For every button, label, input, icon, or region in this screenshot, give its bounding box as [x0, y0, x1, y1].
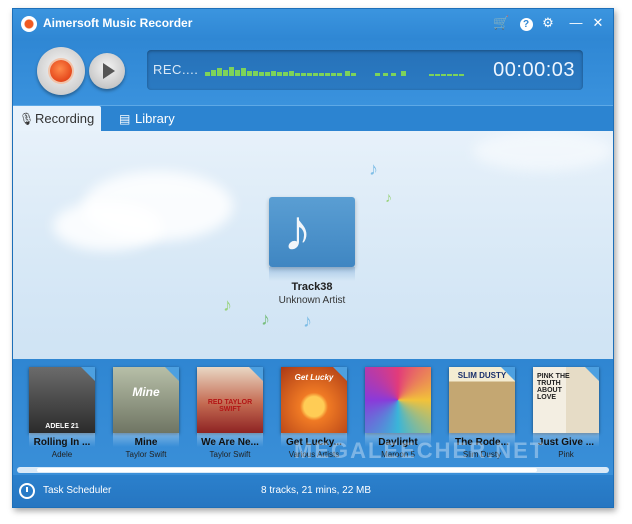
new-badge-icon	[81, 367, 95, 381]
album-cover: Mine	[113, 367, 179, 433]
track-artist: Taylor Swift	[125, 450, 167, 459]
music-note-icon: ♪	[261, 309, 270, 329]
track-artist: Taylor Swift	[209, 450, 251, 459]
tab-label: Recording	[35, 111, 95, 126]
status-bar: Task Scheduler 8 tracks, 21 mins, 22 MB	[13, 475, 613, 507]
track-title: We Are Ne...	[201, 437, 259, 448]
album-cover: RED TAYLOR SWIFT	[197, 367, 263, 433]
track-item[interactable]: ADELE 21 Rolling In ... Adele	[27, 367, 97, 465]
tab-recording[interactable]: 🎙 Recording	[13, 106, 101, 132]
recording-status: REC....	[153, 62, 199, 77]
track-title: Mine	[134, 437, 158, 448]
library-summary: 8 tracks, 21 mins, 22 MB	[261, 485, 372, 496]
album-cover: ADELE 21	[29, 367, 95, 433]
cloud-decoration	[473, 131, 613, 171]
current-track-title: Track38	[291, 281, 333, 293]
music-note-icon: ♪	[303, 311, 312, 331]
music-note-icon: ♪	[369, 159, 378, 179]
new-badge-icon	[333, 367, 347, 381]
play-button[interactable]	[89, 53, 125, 89]
recorder-controls: REC.... 00:00:03	[13, 39, 613, 105]
artwork-reflection	[269, 267, 355, 281]
minimize-icon[interactable]: —	[568, 15, 584, 31]
new-badge-icon	[249, 367, 263, 381]
tab-label: Library	[135, 111, 175, 126]
album-cover	[365, 367, 431, 433]
album-cover-text: Mine	[132, 385, 160, 399]
recording-stage: ♪ ♪ ♪ ♪ ♪ ♪ Track38 Unknown Artist	[13, 131, 613, 359]
recording-timer: 00:00:03	[493, 59, 575, 81]
title-bar: Aimersoft Music Recorder 🛒 ? ⚙ — ✕	[13, 9, 613, 39]
album-cover-text: PINK THE TRUTH ABOUT LOVE	[537, 373, 570, 401]
new-badge-icon	[165, 367, 179, 381]
record-button[interactable]	[37, 47, 85, 95]
album-cover-text: ADELE 21	[45, 423, 79, 430]
cloud-decoration	[53, 201, 163, 251]
music-note-icon: ♪	[385, 189, 392, 205]
app-window: Aimersoft Music Recorder 🛒 ? ⚙ — ✕ REC..…	[12, 8, 614, 508]
library-icon: ▤	[119, 112, 131, 126]
music-note-icon: ♪	[283, 198, 312, 263]
app-logo-icon	[21, 16, 37, 32]
cart-icon[interactable]: 🛒	[493, 15, 509, 31]
tab-bar: 🎙 Recording ▤ Library	[13, 105, 613, 132]
tab-library[interactable]: ▤ Library	[113, 106, 193, 132]
level-meter	[205, 67, 464, 76]
new-badge-icon	[501, 367, 515, 381]
track-title: Rolling In ...	[33, 437, 91, 448]
track-artist: Adele	[51, 450, 73, 459]
recorder-display: REC.... 00:00:03	[147, 50, 583, 90]
album-cover-text: RED TAYLOR SWIFT	[207, 399, 253, 413]
album-cover: SLIM DUSTY	[449, 367, 515, 433]
window-title: Aimersoft Music Recorder	[43, 16, 193, 30]
play-icon	[103, 63, 115, 79]
current-track-artist: Unknown Artist	[278, 295, 346, 306]
track-item[interactable]: RED TAYLOR SWIFT We Are Ne... Taylor Swi…	[195, 367, 265, 465]
album-cover: Get Lucky	[281, 367, 347, 433]
album-cover: PINK THE TRUTH ABOUT LOVE	[533, 367, 599, 433]
horizontal-scrollbar[interactable]	[17, 467, 609, 473]
record-icon	[50, 60, 72, 82]
track-item[interactable]: Mine Mine Taylor Swift	[111, 367, 181, 465]
scrollbar-thumb[interactable]	[37, 468, 537, 472]
help-icon[interactable]: ?	[518, 15, 534, 31]
current-track-artwork: ♪	[269, 197, 355, 267]
task-scheduler-link[interactable]: Task Scheduler	[43, 485, 111, 496]
settings-icon[interactable]: ⚙	[540, 15, 556, 31]
music-note-icon: ♪	[223, 295, 232, 315]
microphone-icon: 🎙	[19, 112, 35, 126]
clock-icon[interactable]	[19, 483, 35, 499]
watermark: MEGALEECHER.NET	[294, 438, 546, 463]
new-badge-icon	[585, 367, 599, 381]
close-icon[interactable]: ✕	[590, 15, 606, 31]
